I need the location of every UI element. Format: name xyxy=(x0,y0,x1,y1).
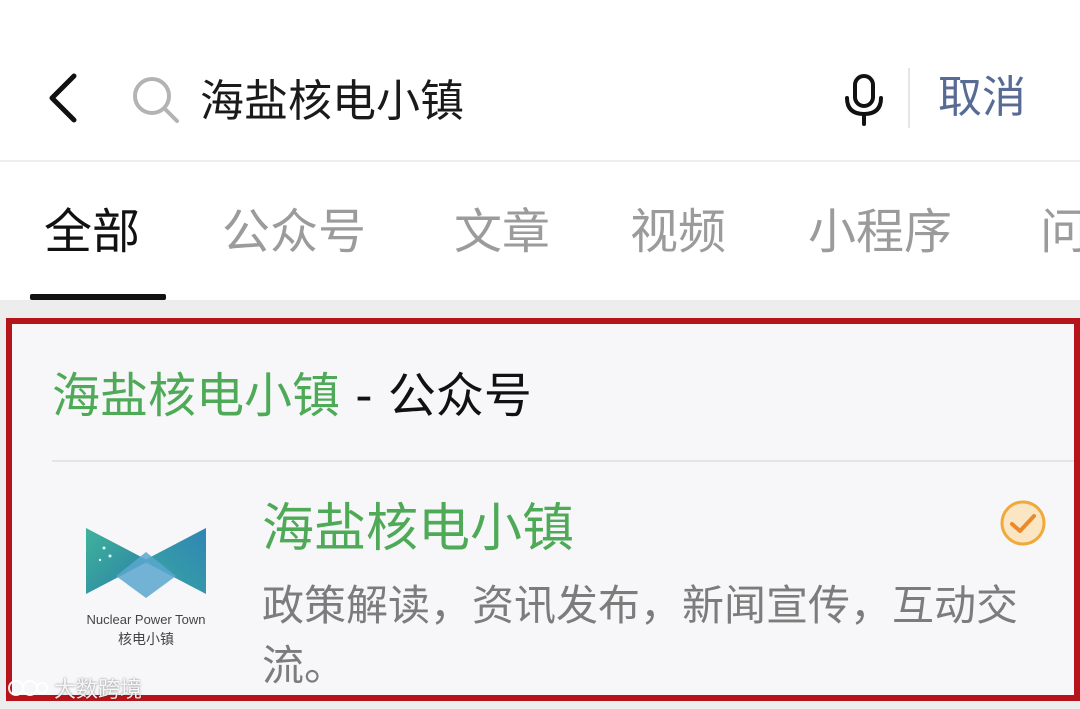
section-title-suffix: - 公众号 xyxy=(340,368,532,424)
card-divider xyxy=(52,460,1074,462)
verified-check-icon xyxy=(1000,500,1046,546)
tab-articles[interactable]: 文章 xyxy=(454,202,550,262)
cancel-button[interactable]: 取消 xyxy=(938,68,1026,128)
back-button[interactable] xyxy=(40,68,90,128)
search-divider xyxy=(908,68,910,128)
search-bar: 取消 xyxy=(0,0,1080,160)
tab-ask[interactable]: 问 xyxy=(1040,202,1080,262)
category-tabs: 全部 公众号 文章 视频 小程序 问 xyxy=(0,162,1080,300)
official-account-result: 海盐核电小镇 - 公众号 Nuclear Power Town 核电小镇 海盐核… xyxy=(6,318,1080,701)
microphone-icon[interactable] xyxy=(842,72,886,128)
account-description: 政策解读，资讯发布，新闻宣传，互动交流。 xyxy=(262,581,1019,690)
account-name[interactable]: 海盐核电小镇 xyxy=(262,496,574,562)
watermark-text: 大数跨境 xyxy=(54,678,143,703)
tab-mini-programs[interactable]: 小程序 xyxy=(808,202,952,262)
logo-text-cn: 核电小镇 xyxy=(118,632,174,648)
search-icon xyxy=(133,77,179,123)
section-title: 海盐核电小镇 - 公众号 xyxy=(52,366,532,426)
watermark: 大数跨境 xyxy=(8,672,142,704)
tab-all[interactable]: 全部 xyxy=(44,202,140,262)
section-title-keyword: 海盐核电小镇 xyxy=(52,368,341,424)
tab-official-accounts[interactable]: 公众号 xyxy=(222,202,366,262)
watermark-logo-icon xyxy=(8,680,48,696)
back-arrow-icon xyxy=(49,73,77,123)
logo-text-en: Nuclear Power Town xyxy=(87,612,206,627)
tab-videos[interactable]: 视频 xyxy=(630,202,726,262)
nuclear-power-town-logo[interactable]: Nuclear Power Town 核电小镇 xyxy=(64,516,224,666)
search-input[interactable] xyxy=(200,62,800,132)
